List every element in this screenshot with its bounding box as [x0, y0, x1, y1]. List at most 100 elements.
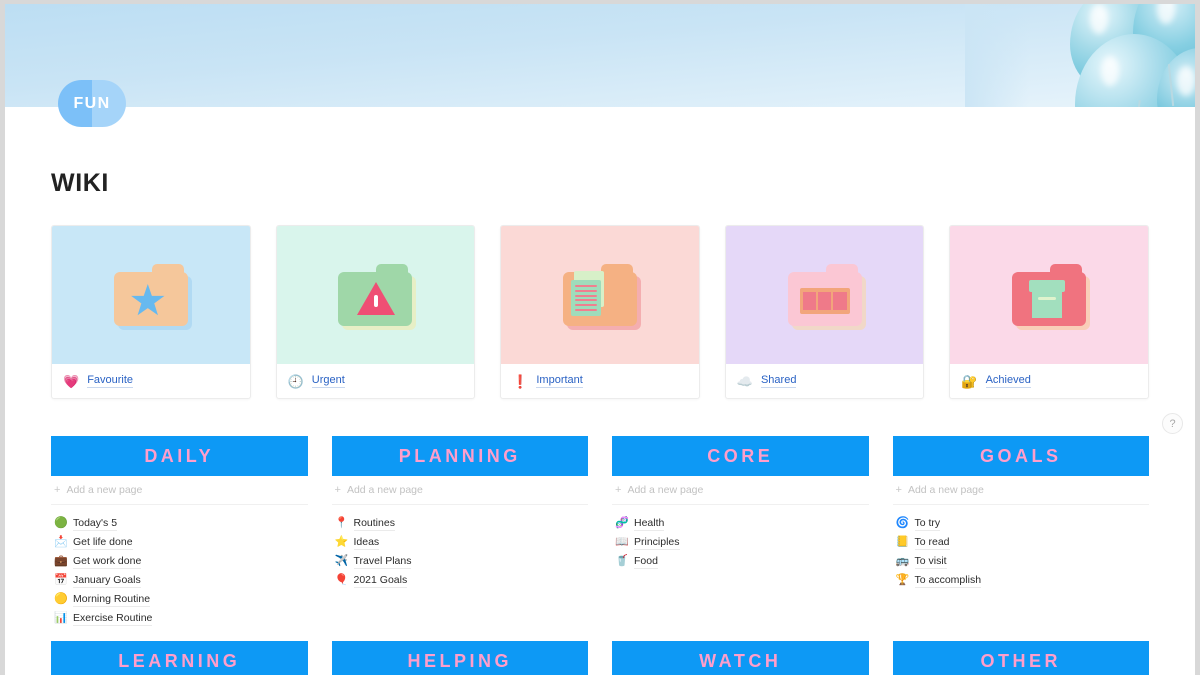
list-item-emoji-icon: 🚌: [895, 555, 910, 567]
list-item-label: Ideas: [353, 535, 380, 550]
list-item[interactable]: 🌀 To try: [893, 514, 1150, 533]
card-label-row: 🔐 Achieved: [950, 364, 1148, 398]
column-header[interactable]: CORE: [612, 436, 869, 476]
list-item-label: Today's 5: [73, 516, 118, 531]
card-title[interactable]: Important: [536, 374, 583, 388]
archive-box-icon: [1029, 280, 1066, 318]
list-item-emoji-icon: 🎈: [334, 574, 349, 586]
column-header[interactable]: GOALS: [892, 436, 1149, 476]
column-header[interactable]: LEARNING: [51, 641, 308, 675]
gallery-card[interactable]: ☁️ Shared: [724, 225, 925, 399]
column-header[interactable]: OTHER: [892, 641, 1149, 675]
card-title[interactable]: Favourite: [87, 374, 134, 388]
add-new-page-button[interactable]: + Add a new page: [892, 476, 1149, 505]
add-new-page-label: Add a new page: [907, 484, 984, 496]
gallery-card[interactable]: 🔐 Achieved: [949, 225, 1149, 399]
list-item-label: Travel Plans: [353, 554, 412, 569]
list-item[interactable]: 💼 Get work done: [51, 552, 308, 571]
add-new-page-label: Add a new page: [346, 484, 423, 496]
card-label-row: ❗ Important: [501, 364, 699, 398]
list-item-emoji-icon: ⭐: [334, 536, 349, 548]
list-item-label: To try: [914, 516, 941, 531]
card-cover: [52, 226, 250, 364]
card-cover: [950, 226, 1148, 364]
column-header[interactable]: PLANNING: [331, 436, 588, 476]
column-header[interactable]: WATCH: [612, 641, 869, 675]
column-header[interactable]: DAILY: [51, 436, 308, 476]
page-cover-banner[interactable]: [5, 4, 1195, 107]
folder-star-icon: [113, 264, 192, 330]
folder-warning-icon: [338, 264, 417, 330]
list-item[interactable]: 🟡 Morning Routine: [51, 590, 308, 609]
list-item-emoji-icon: 📅: [54, 574, 68, 586]
list-item-label: Routines: [353, 516, 395, 531]
add-new-page-button[interactable]: + Add a new page: [51, 476, 308, 505]
card-title[interactable]: Shared: [760, 374, 797, 388]
list-item-emoji-icon: 🌀: [895, 517, 910, 529]
column-header[interactable]: HELPING: [331, 641, 588, 675]
card-cover: [725, 226, 924, 364]
list-item[interactable]: 📩 Get life done: [51, 533, 308, 552]
board-columns-bottom: LEARNING HELPING WATCH OTHER: [51, 641, 1149, 675]
card-title[interactable]: Urgent: [311, 374, 345, 388]
warning-triangle-icon: [357, 282, 396, 315]
plus-icon: +: [615, 484, 622, 496]
list-item[interactable]: 📅 January Goals: [51, 571, 308, 590]
list-item[interactable]: 🏆 To accomplish: [893, 571, 1150, 590]
list-item[interactable]: 📖 Principles: [612, 533, 869, 552]
card-label-row: ☁️ Shared: [726, 364, 924, 398]
list-item[interactable]: 🥤 Food: [612, 552, 869, 571]
list-item-label: January Goals: [73, 573, 141, 588]
folder-document-icon: [562, 264, 641, 330]
add-new-page-label: Add a new page: [66, 484, 143, 496]
list-item-emoji-icon: 🥤: [615, 555, 629, 567]
list-item[interactable]: 📊 Exercise Routine: [51, 609, 308, 628]
folder-archive-icon: [1012, 264, 1091, 330]
star-icon: [131, 284, 165, 316]
card-label-row: 🕘 Urgent: [277, 364, 475, 398]
list-item-emoji-icon: 📩: [54, 536, 68, 548]
list-item-label: Morning Routine: [73, 592, 151, 607]
folder-film-icon: [787, 264, 866, 330]
list-item[interactable]: 📒 To read: [893, 533, 1150, 552]
gallery-card[interactable]: ❗ Important: [500, 225, 700, 399]
gallery-card[interactable]: 💗 Favourite: [51, 225, 251, 399]
exclamation-icon: ❗: [512, 373, 529, 389]
list-item-label: To accomplish: [914, 573, 982, 588]
list-item-emoji-icon: 🧬: [615, 517, 629, 529]
card-label-row: 💗 Favourite: [52, 364, 250, 398]
list-item[interactable]: 🚌 To visit: [893, 552, 1150, 571]
list-item-emoji-icon: 🟢: [54, 517, 68, 529]
plus-icon: +: [895, 484, 902, 496]
heart-icon: 💗: [63, 373, 80, 389]
list-item-label: Get work done: [73, 554, 142, 569]
board-column: DAILY + Add a new page 🟢 Today's 5 📩 Get life …: [51, 436, 308, 628]
list-item[interactable]: ⭐ Ideas: [332, 533, 589, 552]
list-item[interactable]: ✈️ Travel Plans: [332, 552, 589, 571]
list-item-emoji-icon: 📍: [334, 517, 349, 529]
list-item[interactable]: 🎈 2021 Goals: [332, 571, 589, 590]
plus-icon: +: [334, 484, 341, 496]
list-item-label: 2021 Goals: [353, 573, 408, 588]
clock-icon: 🕘: [287, 373, 304, 389]
add-new-page-button[interactable]: + Add a new page: [331, 476, 588, 505]
lock-icon: 🔐: [961, 373, 978, 389]
list-item[interactable]: 📍 Routines: [332, 514, 589, 533]
list-item-emoji-icon: 💼: [54, 555, 68, 567]
gallery-view: 💗 Favourite 🕘 Urgent ❗ Important ☁️ Shar…: [51, 225, 1149, 399]
list-item-emoji-icon: 📒: [895, 536, 910, 548]
list-item-label: To read: [914, 535, 950, 550]
page-icon[interactable]: FUN: [58, 80, 126, 127]
help-button[interactable]: ?: [1162, 413, 1183, 434]
page-list: 🧬 Health 📖 Principles 🥤 Food: [612, 505, 869, 571]
card-title[interactable]: Achieved: [985, 374, 1031, 388]
cloud-icon: ☁️: [736, 373, 753, 389]
list-item-label: Principles: [634, 535, 680, 550]
list-item[interactable]: 🧬 Health: [612, 514, 869, 533]
list-item[interactable]: 🟢 Today's 5: [51, 514, 308, 533]
list-item-emoji-icon: 📊: [54, 612, 68, 624]
card-cover: [276, 226, 475, 364]
add-new-page-button[interactable]: + Add a new page: [612, 476, 869, 505]
gallery-card[interactable]: 🕘 Urgent: [275, 225, 476, 399]
page-title: WIKI: [51, 169, 109, 197]
